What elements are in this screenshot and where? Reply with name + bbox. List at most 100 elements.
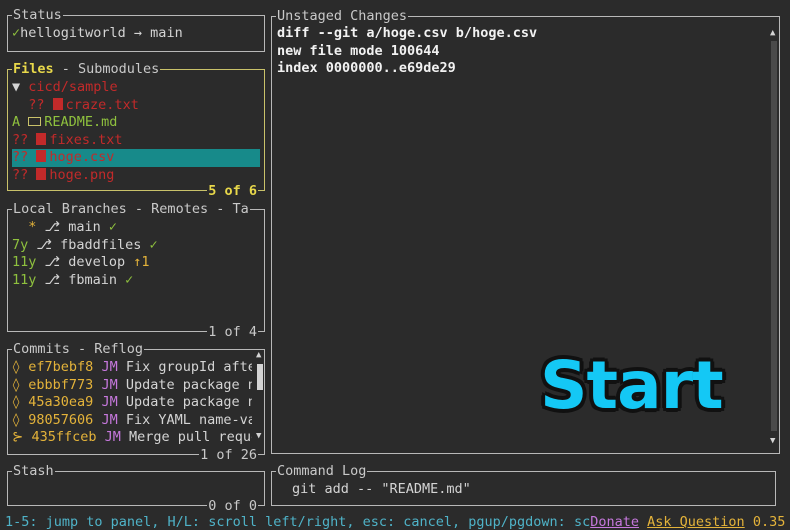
commit-row[interactable]: ◊ 45a30ea9 JM Update package na — [12, 394, 252, 412]
file-status: ?? — [12, 166, 29, 183]
diff-line: index 0000000..e69de29 — [277, 60, 456, 76]
command-log-panel[interactable]: Command Log git add -- "README.md" — [271, 463, 776, 506]
branch-icon: ⎇ — [44, 219, 61, 235]
file-name: fixes.txt — [49, 131, 123, 148]
status-row: ✓hellogitworld → main — [12, 25, 260, 43]
repo-branch-label: hellogitworld → main — [20, 25, 183, 41]
file-name: hoge.png — [49, 166, 115, 183]
branches-counter: 1 of 4 — [207, 324, 258, 340]
branch-icon: ⎇ — [36, 236, 52, 253]
commit-message: Update package na — [125, 376, 252, 393]
file-row[interactable]: ?? hoge.png — [12, 167, 260, 185]
diff-scrollbar[interactable]: ▲ ▼ — [770, 27, 778, 446]
commit-author: JM — [101, 411, 118, 428]
tab-submodules[interactable]: Submodules — [78, 61, 159, 77]
file-icon — [52, 97, 63, 110]
file-icon — [36, 132, 47, 145]
folder-collapse-icon[interactable]: ▼ — [12, 79, 28, 95]
commit-graph-icon: ⊱ — [12, 429, 24, 445]
tab-local-branches[interactable]: Local Branches — [13, 201, 127, 217]
scroll-up-icon[interactable]: ▲ — [256, 351, 264, 360]
scroll-down-icon[interactable]: ▼ — [256, 432, 264, 441]
commit-hash: ef7bebf8 — [28, 359, 94, 375]
unstaged-changes-title: Unstaged Changes — [276, 8, 409, 24]
files-counter: 5 of 6 — [207, 183, 258, 199]
tab-reflog[interactable]: - Reflog — [70, 341, 143, 357]
commit-message: Update package na — [125, 394, 252, 410]
branch-age: 11y — [12, 271, 37, 288]
diff-line: new file mode 100644 — [277, 42, 440, 59]
file-status: ?? — [28, 96, 45, 113]
file-row[interactable]: A README.md — [12, 114, 260, 132]
branch-name: fbaddfiles — [60, 236, 142, 253]
commit-message: Fix YAML name-val — [125, 411, 252, 428]
file-icon — [36, 150, 47, 162]
start-overlay-text: Start — [540, 347, 724, 424]
branches-panel[interactable]: Local Branches - Remotes - Ta * ⎇ main ✓… — [7, 201, 265, 340]
diff-line: diff --git a/hoge.csv b/hoge.csv — [277, 25, 538, 41]
branch-age: * — [12, 219, 37, 235]
commit-row[interactable]: ◊ 98057606 JM Fix YAML name-val — [12, 412, 252, 430]
commit-row[interactable]: ◊ ef7bebf8 JM Fix groupId after — [12, 359, 252, 377]
branch-row[interactable]: 11y ⎇ develop ↑1 — [12, 254, 260, 272]
status-panel[interactable]: Status ✓hellogitworld → main — [7, 7, 265, 52]
file-icon — [36, 167, 47, 180]
commits-scrollbar[interactable]: ▲ ▼ — [256, 350, 264, 454]
status-check-icon: ✓ — [12, 25, 21, 41]
commit-author: JM — [101, 359, 118, 375]
scroll-thumb[interactable] — [771, 41, 777, 431]
file-row[interactable]: ?? fixes.txt — [12, 132, 260, 150]
file-status: A — [12, 114, 29, 130]
file-status: ?? — [12, 149, 29, 165]
commit-row[interactable]: ⊱ 435ffceb JM Merge pull reques — [12, 429, 252, 447]
branch-row[interactable]: 7y ⎇ fbaddfiles ✓ — [12, 237, 260, 255]
command-log-entry: git add -- "README.md" — [292, 481, 471, 497]
stash-panel[interactable]: Stash 0 of 0 — [7, 463, 265, 514]
branches-panel-title: Local Branches - Remotes - Ta — [12, 201, 250, 217]
status-title: Status — [12, 7, 63, 23]
scroll-up-icon[interactable]: ▲ — [770, 29, 778, 38]
branch-tracking-status: ✓ — [108, 219, 118, 235]
commit-author: JM — [101, 376, 118, 393]
commit-author: JM — [101, 394, 118, 410]
tab-remotes-tags[interactable]: - Remotes - Ta — [127, 201, 249, 217]
commit-hash: 45a30ea9 — [28, 394, 94, 410]
commits-panel[interactable]: Commits - Reflog ◊ ef7bebf8 JM Fix group… — [7, 341, 265, 463]
commit-hash: 98057606 — [28, 411, 94, 428]
stash-title: Stash — [12, 463, 55, 479]
file-status: ?? — [12, 131, 29, 148]
scroll-down-icon[interactable]: ▼ — [770, 437, 778, 446]
tab-commits[interactable]: Commits — [13, 341, 70, 357]
files-panel[interactable]: Files - Submodules ▼ cicd/sample ?? craz… — [7, 61, 265, 199]
branch-age: 7y — [12, 236, 29, 253]
file-row[interactable]: ?? hoge.csv — [12, 149, 260, 167]
file-name: craze.txt — [65, 96, 139, 113]
branch-name: develop — [68, 254, 126, 270]
commit-message: Merge pull reques — [129, 429, 252, 445]
files-panel-title: Files - Submodules — [12, 61, 161, 77]
commit-graph-icon: ◊ — [12, 411, 21, 428]
file-row[interactable]: ?? craze.txt — [12, 97, 260, 115]
branch-row[interactable]: * ⎇ main ✓ — [12, 219, 260, 237]
branch-tracking-status: ↑1 — [133, 254, 150, 270]
commit-graph-icon: ◊ — [12, 394, 21, 410]
commit-message: Fix groupId after — [125, 359, 252, 375]
branch-icon: ⎇ — [44, 271, 61, 288]
branch-age: 11y — [12, 254, 37, 270]
file-row[interactable]: ▼ cicd/sample — [12, 79, 260, 97]
stash-counter: 0 of 0 — [207, 498, 258, 514]
commit-hash: 435ffceb — [31, 429, 97, 445]
tab-files[interactable]: Files — [13, 61, 54, 77]
file-name: README.md — [44, 114, 118, 130]
branch-tracking-status: ✓ — [149, 236, 158, 253]
file-name: hoge.csv — [49, 149, 115, 165]
scroll-thumb[interactable] — [257, 364, 263, 390]
file-name: cicd/sample — [28, 79, 118, 95]
commit-row[interactable]: ◊ ebbbf773 JM Update package na — [12, 377, 252, 395]
commit-hash: ebbbf773 — [28, 376, 94, 393]
branch-row[interactable]: 11y ⎇ fbmain ✓ — [12, 272, 260, 290]
markdown-icon — [28, 117, 42, 126]
branch-name: main — [68, 219, 101, 235]
commits-panel-title: Commits - Reflog — [12, 341, 145, 357]
